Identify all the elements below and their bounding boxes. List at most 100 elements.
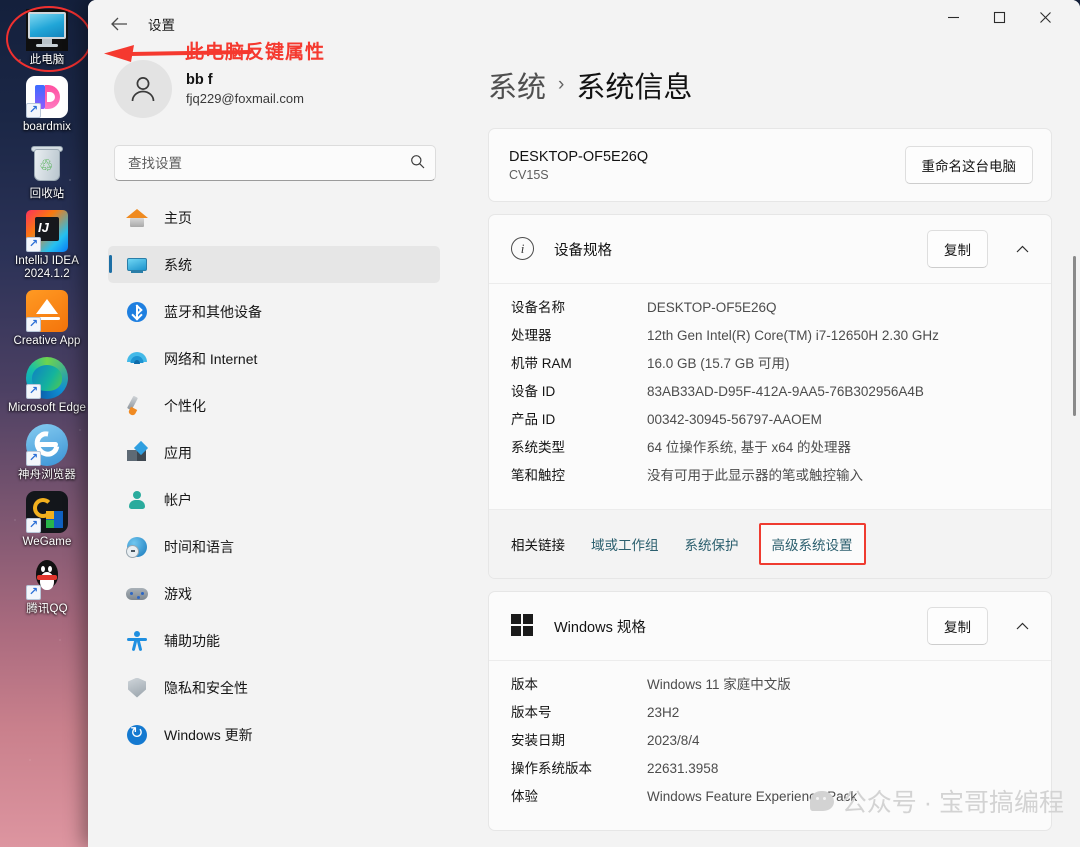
desktop-icon-boardmix[interactable]: ↗ boardmix: [0, 71, 94, 138]
sidebar-item-privacy-security[interactable]: 隐私和安全性: [108, 669, 440, 706]
copy-windows-specs-button[interactable]: 复制: [927, 607, 988, 645]
spec-row: 设备名称 DESKTOP-OF5E26Q: [511, 297, 1031, 319]
sidebar-item-label: 帐户: [164, 491, 192, 508]
desktop-icon-wegame[interactable]: ↗ WeGame: [0, 486, 94, 553]
spec-key: 系统类型: [511, 440, 565, 455]
minimize-button[interactable]: [930, 0, 976, 34]
sidebar-item-windows-update[interactable]: Windows 更新: [108, 716, 440, 753]
account-email: fjq229@foxmail.com: [186, 90, 304, 106]
device-specs-header[interactable]: i 设备规格 复制: [489, 215, 1051, 284]
home-icon: [126, 207, 148, 229]
sidebar-item-accounts[interactable]: 帐户: [108, 481, 440, 518]
spec-row: 版本号 23H2: [511, 702, 1031, 724]
desktop-icon-label: 神舟浏览器: [18, 469, 76, 481]
spec-key: 版本: [511, 677, 538, 692]
sidebar-item-label: 系统: [164, 256, 192, 273]
desktop-icon-label: boardmix: [22, 121, 72, 133]
device-name-card: DESKTOP-OF5E26Q CV15S 重命名这台电脑: [488, 128, 1052, 202]
windows-specs-card: Windows 规格 复制 版本 Windows 11 家庭中文版 版本号 23…: [488, 591, 1052, 831]
apps-icon: [126, 440, 149, 464]
sidebar-item-label: 蓝牙和其他设备: [164, 303, 262, 320]
desktop-icon-microsoft-edge[interactable]: ↗ Microsoft Edge: [0, 352, 94, 419]
sidebar-item-time-language[interactable]: 时间和语言: [108, 528, 440, 565]
link-domain-workgroup[interactable]: 域或工作组: [591, 534, 659, 554]
desktop-icon-label: Microsoft Edge: [7, 402, 87, 414]
search-box[interactable]: [114, 145, 436, 181]
sidebar-item-label: 时间和语言: [164, 538, 234, 555]
spec-value: 2023/8/4: [647, 733, 700, 748]
close-icon: [1039, 11, 1051, 23]
rename-pc-button[interactable]: 重命名这台电脑: [904, 146, 1033, 184]
windows-specs-header[interactable]: Windows 规格 复制: [489, 592, 1051, 661]
link-system-protection[interactable]: 系统保护: [685, 534, 739, 554]
system-icon: [126, 254, 148, 276]
sidebar-item-system[interactable]: 系统: [108, 246, 440, 283]
sidebar-item-accessibility[interactable]: 辅助功能: [108, 622, 440, 659]
windows-logo-icon: [511, 614, 535, 638]
page-title: 系统信息: [576, 72, 693, 104]
spec-key: 笔和触控: [511, 468, 565, 483]
spec-value: 23H2: [647, 705, 680, 720]
shortcut-arrow-icon: ↗: [26, 518, 41, 533]
sidebar-item-label: 应用: [164, 444, 192, 461]
person-icon: [131, 77, 155, 102]
related-links-bar: 相关链接 域或工作组 系统保护 高级系统设置: [489, 509, 1051, 578]
spec-value: 22631.3958: [647, 761, 719, 776]
time-language-icon: [126, 536, 148, 558]
spec-value: 64 位操作系统, 基于 x64 的处理器: [647, 440, 852, 455]
settings-sidebar: bb f fjq229@foxmail.com 主页: [88, 46, 460, 847]
desktop-icon-intellij-idea[interactable]: IJ ↗ IntelliJ IDEA 2024.1.2: [0, 205, 94, 285]
desktop-icon-hasee-browser[interactable]: ↗ 神舟浏览器: [0, 419, 94, 486]
maximize-button[interactable]: [976, 0, 1022, 34]
desktop-icon-label: IntelliJ IDEA 2024.1.2: [15, 255, 79, 280]
sidebar-item-label: 主页: [164, 209, 192, 226]
content-scrollbar[interactable]: [1073, 256, 1076, 416]
chevron-up-icon[interactable]: [1007, 234, 1037, 264]
shortcut-arrow-icon: ↗: [26, 585, 41, 600]
sidebar-item-bluetooth[interactable]: 蓝牙和其他设备: [108, 293, 440, 330]
spec-row: 版本 Windows 11 家庭中文版: [511, 674, 1031, 696]
sidebar-item-personalization[interactable]: 个性化: [108, 387, 440, 424]
spec-key: 处理器: [511, 328, 552, 343]
shortcut-arrow-icon: ↗: [26, 237, 41, 252]
close-button[interactable]: [1022, 0, 1068, 34]
sidebar-item-label: 个性化: [164, 397, 206, 414]
desktop-icon-label: Creative App: [13, 335, 81, 347]
spec-value: DESKTOP-OF5E26Q: [647, 300, 777, 315]
spec-row: 设备 ID 83AB33AD-D95F-412A-9AA5-76B302956A…: [511, 381, 1031, 403]
back-button[interactable]: [106, 11, 132, 37]
breadcrumb-separator: ›: [558, 74, 565, 95]
shortcut-arrow-icon: ↗: [26, 103, 41, 118]
desktop-icon-tencent-qq[interactable]: ↗ 腾讯QQ: [0, 553, 94, 620]
sidebar-item-network[interactable]: 网络和 Internet: [108, 340, 440, 377]
maximize-icon: [993, 11, 1005, 23]
search-input[interactable]: [128, 155, 410, 171]
minimize-icon: [947, 16, 959, 18]
desktop-icon-creative-app[interactable]: ↗ Creative App: [0, 285, 94, 352]
spec-key: 机带 RAM: [511, 356, 572, 371]
spec-key: 设备名称: [511, 300, 565, 315]
copy-device-specs-button[interactable]: 复制: [927, 230, 988, 268]
desktop-icon-this-pc[interactable]: 此电脑: [0, 4, 94, 71]
this-pc-icon: [26, 9, 68, 51]
desktop-icon-recycle-bin[interactable]: ♲ 回收站: [0, 138, 94, 205]
chevron-up-icon[interactable]: [1007, 611, 1037, 641]
breadcrumb-parent[interactable]: 系统: [488, 64, 546, 106]
gaming-icon: [126, 583, 148, 605]
spec-row: 系统类型 64 位操作系统, 基于 x64 的处理器: [511, 437, 1031, 459]
window-title: 设置: [148, 18, 175, 33]
desktop-icon-label: 腾讯QQ: [26, 603, 68, 615]
sidebar-item-home[interactable]: 主页: [108, 199, 440, 236]
spec-row: 安装日期 2023/8/4: [511, 730, 1031, 752]
intellij-idea-icon: IJ ↗: [26, 210, 68, 252]
link-advanced-system-settings[interactable]: 高级系统设置: [758, 523, 866, 565]
desktop-icon-column: 此电脑 ↗ boardmix ♲ 回收站 IJ ↗ IntelliJ IDEA …: [0, 4, 94, 620]
desktop-icon-label: WeGame: [22, 536, 72, 548]
sidebar-item-label: 游戏: [164, 585, 192, 602]
sidebar-item-apps[interactable]: 应用: [108, 434, 440, 471]
spec-value: 没有可用于此显示器的笔或触控输入: [647, 468, 863, 483]
accessibility-icon: [126, 630, 148, 652]
sidebar-item-label: Windows 更新: [164, 726, 253, 743]
sidebar-item-gaming[interactable]: 游戏: [108, 575, 440, 612]
spec-key: 产品 ID: [511, 412, 556, 427]
